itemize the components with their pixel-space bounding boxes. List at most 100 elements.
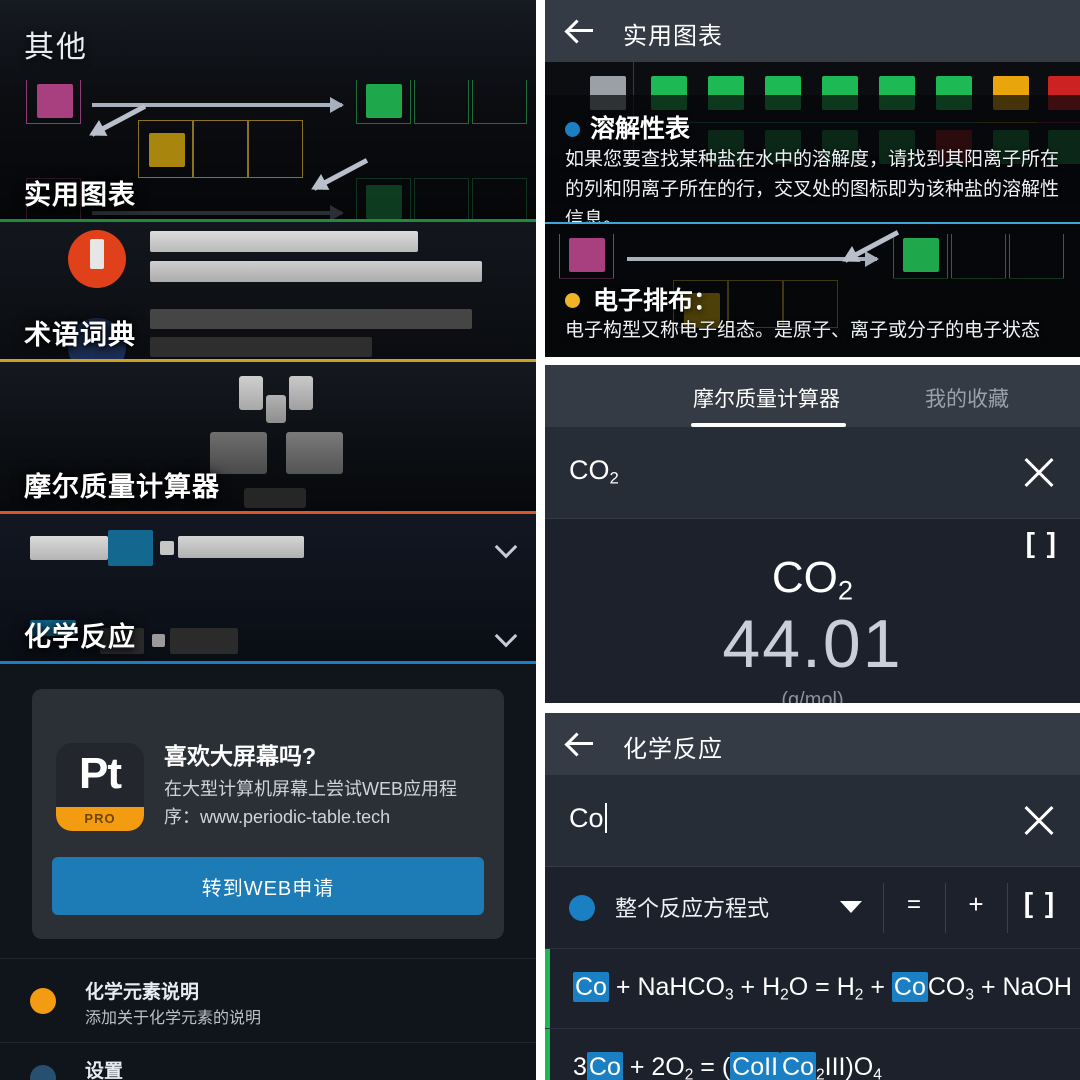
- ec-cell-magenta: [559, 234, 614, 279]
- grid-cell-green-faded-1: [356, 178, 411, 222]
- card-title-chemical-reactions: 化学反应: [24, 622, 136, 652]
- reaction-dot-2: [152, 634, 165, 647]
- grid-cell-green-2: [414, 80, 469, 124]
- grid-cell-yellow-2: [193, 120, 248, 178]
- arrow-right-top: [92, 97, 344, 113]
- orange-dot-icon: [30, 988, 56, 1014]
- reaction-mode-label[interactable]: 整个反应方程式: [615, 891, 769, 923]
- ec-cell-green-1: [893, 234, 948, 279]
- equation-text-1: Co + NaHCO3 + H2O = H2 + CoCO3 + NaOH: [573, 972, 1072, 1004]
- result-unit: (g/mol): [781, 689, 844, 703]
- blue-dot-icon-mode: [569, 895, 595, 921]
- menu-item-title-settings: 设置: [85, 1061, 124, 1080]
- promo-subtitle: 在大型计算机屏幕上尝试WEB应用程序：www.periodic-table.te…: [164, 779, 457, 827]
- dictionary-bar-1: [150, 231, 418, 252]
- molar-block-1: [239, 376, 263, 410]
- promo-card[interactable]: Pt PRO 喜欢大屏幕吗? 在大型计算机屏幕上尝试WEB应用程序：www.pe…: [32, 689, 504, 939]
- grid-cell-green-3: [472, 80, 527, 124]
- grid-cell-green-faded-3: [472, 178, 527, 222]
- card-useful-charts[interactable]: 其他 实用图表: [0, 0, 536, 222]
- grid-cell-yellow-3: [248, 120, 303, 178]
- section-header: 其他: [24, 31, 88, 64]
- card-molar-mass-calculator[interactable]: 摩尔质量计算器: [0, 362, 536, 514]
- result-mass-value: 44.01: [722, 606, 903, 682]
- close-icon-clear-formula[interactable]: [1022, 456, 1056, 490]
- chevron-down-icon-mode[interactable]: [840, 901, 862, 913]
- tabbar-molar: 摩尔质量计算器 我的收藏: [545, 365, 1080, 427]
- dictionary-avatar-red: [68, 230, 126, 288]
- charts-item-body-electron: 电子构型又称电子组态。是原子、离子或分子的电子状态: [565, 320, 1041, 341]
- menu-item-title-element-notes: 化学元素说明: [85, 982, 200, 1003]
- screenshot-root: 其他 实用图表 术语词典 摩尔质量计算器 化学反应 Pt PRO 喜欢大屏幕吗?…: [0, 0, 1080, 1080]
- menu-item-subtitle-element-notes: 添加关于化学元素的说明: [85, 1010, 262, 1027]
- card-chemical-reactions[interactable]: 化学反应: [0, 514, 536, 664]
- reaction-search-input[interactable]: Co: [569, 803, 607, 834]
- card-title-terminology-dictionary: 术语词典: [24, 320, 136, 350]
- close-icon-clear-search[interactable]: [1022, 804, 1056, 838]
- charts-item-solubility[interactable]: 溶解性表 如果您要查找某种盐在水中的溶解度，请找到其阳离子所在的列和阴离子所在的…: [545, 95, 1080, 230]
- panel-molar-mass: 摩尔质量计算器 我的收藏 CO2 [ ] CO2 44.01 (g/mol): [545, 365, 1080, 703]
- pt-pro-logo-icon: Pt PRO: [56, 743, 144, 831]
- menu-item-settings[interactable]: 设置: [0, 1043, 536, 1080]
- appbar-title-charts: 实用图表: [623, 23, 723, 50]
- appbar-title-reactions: 化学反应: [623, 736, 723, 763]
- menu-item-element-notes[interactable]: 化学元素说明 添加关于化学元素的说明: [0, 959, 536, 1041]
- blue-dot-icon: [30, 1065, 56, 1080]
- panel-useful-charts: 实用图表 溶解性表 如果您要查找某种盐在水中的溶解度，请找到其阳离子所在的列和阴…: [545, 0, 1080, 357]
- reaction-bar-2: [178, 536, 304, 558]
- dictionary-bar-3: [150, 309, 472, 329]
- arrow-left-icon-reactions[interactable]: [567, 731, 593, 757]
- formula-input-value[interactable]: CO2: [569, 455, 619, 489]
- grid-cell-yellow-1: [138, 120, 193, 178]
- left-column: 其他 实用图表 术语词典 摩尔质量计算器 化学反应 Pt PRO 喜欢大屏幕吗?…: [0, 0, 536, 1080]
- reaction-dot-1: [160, 541, 174, 555]
- operator-plus-button[interactable]: +: [947, 889, 1005, 920]
- reaction-search-row[interactable]: Co: [545, 775, 1080, 867]
- operator-equals-button[interactable]: =: [885, 891, 943, 919]
- reaction-bar-5: [170, 628, 238, 654]
- tab-molar-mass-calculator[interactable]: 摩尔质量计算器: [693, 383, 840, 413]
- card-terminology-dictionary[interactable]: 术语词典: [0, 222, 536, 362]
- result-formula: CO2: [771, 553, 854, 606]
- charts-item-electron-config[interactable]: 电子排布： 电子构型又称电子组态。是原子、离子或分子的电子状态: [545, 278, 1080, 357]
- promo-section: Pt PRO 喜欢大屏幕吗? 在大型计算机屏幕上尝试WEB应用程序：www.pe…: [0, 664, 536, 1080]
- arrow-left-icon-molar[interactable]: [567, 383, 593, 409]
- card-title-molar-mass-calculator: 摩尔质量计算器: [24, 472, 220, 502]
- chevron-down-icon-row1[interactable]: [494, 535, 518, 559]
- panel-chemical-reactions: 化学反应 Co 整个反应方程式 = + [ ] Co + NaHCO3 + H2…: [545, 713, 1080, 1080]
- dictionary-bar-2: [150, 261, 482, 282]
- dictionary-bar-4: [150, 337, 372, 357]
- chevron-down-icon-row2[interactable]: [494, 624, 518, 648]
- pt-logo-badge: PRO: [56, 807, 144, 831]
- equation-text-2: 3Co + 2O2 = (CoII Co 2III)O4: [573, 1052, 882, 1080]
- equation-accent-bar-1: [545, 949, 550, 1028]
- molar-block-2: [289, 376, 313, 410]
- tab-my-favorites[interactable]: 我的收藏: [925, 383, 1009, 413]
- card-rule-terminology-dictionary: [0, 359, 536, 362]
- molar-block-6: [244, 488, 306, 508]
- card-rule-chemical-reactions: [0, 661, 536, 664]
- yellow-dot-icon-electron: [565, 293, 580, 308]
- reaction-bar-1: [30, 536, 108, 560]
- arrow-left-icon-charts[interactable]: [567, 18, 593, 44]
- molar-block-3: [266, 395, 286, 423]
- appbar-reactions: 化学反应: [545, 713, 1080, 775]
- formula-input-row[interactable]: CO2: [545, 427, 1080, 519]
- operator-brackets-button[interactable]: [ ]: [1009, 887, 1071, 919]
- ec-cell-green-3: [1009, 234, 1064, 279]
- reaction-bar-highlight: [108, 530, 153, 566]
- card-rule-useful-charts: [0, 219, 536, 222]
- equation-accent-bar-2: [545, 1029, 550, 1080]
- charts-item-title-solubility: 溶解性表: [590, 115, 691, 143]
- equation-row-1[interactable]: Co + NaHCO3 + H2O = H2 + CoCO3 + NaOH: [545, 949, 1080, 1029]
- charts-item-title-electron: 电子排布：: [593, 287, 719, 315]
- equation-row-2[interactable]: 3Co + 2O2 = (CoII Co 2III)O4: [545, 1029, 1080, 1080]
- card-rule-molar-mass-calculator: [0, 511, 536, 514]
- blue-dot-icon-solubility: [565, 122, 580, 137]
- ec-cell-green-2: [951, 234, 1006, 279]
- go-to-web-app-button[interactable]: 转到WEB申请: [52, 857, 484, 915]
- electron-config-preview[interactable]: 电子排布： 电子构型又称电子组态。是原子、离子或分子的电子状态: [545, 222, 1080, 357]
- grid-cell-green-faded-2: [414, 178, 469, 222]
- molar-block-5: [286, 432, 343, 474]
- grid-cell-magenta: [26, 80, 81, 124]
